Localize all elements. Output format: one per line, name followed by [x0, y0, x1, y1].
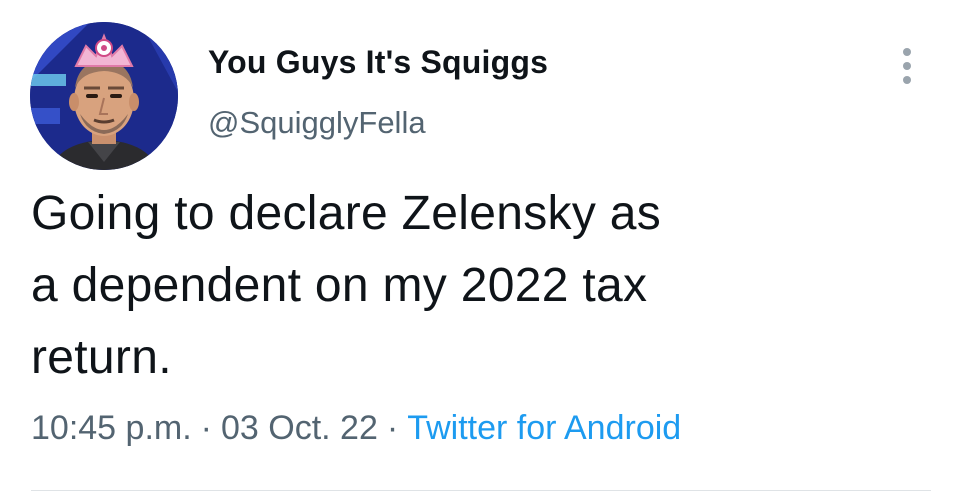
avatar-illustration: 5: [30, 22, 178, 170]
tweet-date[interactable]: 03 Oct. 22: [221, 409, 378, 447]
tweet-text-line: a dependent on my 2022 tax: [31, 259, 648, 312]
more-vertical-icon: [903, 48, 911, 84]
tweet-text-line: Going to declare Zelensky as: [31, 187, 662, 240]
tweet-time[interactable]: 10:45 p.m.: [31, 409, 192, 447]
divider: [31, 490, 931, 491]
more-options-button[interactable]: [894, 44, 920, 88]
author-handle[interactable]: @SquigglyFella: [208, 105, 426, 141]
meta-separator: ·: [200, 409, 212, 447]
tweet-source-link[interactable]: Twitter for Android: [407, 409, 681, 447]
tweet-text: Going to declare Zelensky as a dependent…: [31, 178, 911, 394]
tweet-text-line: return.: [31, 331, 172, 384]
tweet-card: 5 You Guys It's Squiggs @SquigglyFella G…: [0, 0, 960, 492]
meta-separator: ·: [386, 409, 399, 447]
author-avatar[interactable]: 5: [30, 22, 178, 170]
author-display-name[interactable]: You Guys It's Squiggs: [208, 44, 548, 81]
tweet-meta: 10:45 p.m. · 03 Oct. 22 · Twitter for Androi…: [31, 409, 681, 448]
